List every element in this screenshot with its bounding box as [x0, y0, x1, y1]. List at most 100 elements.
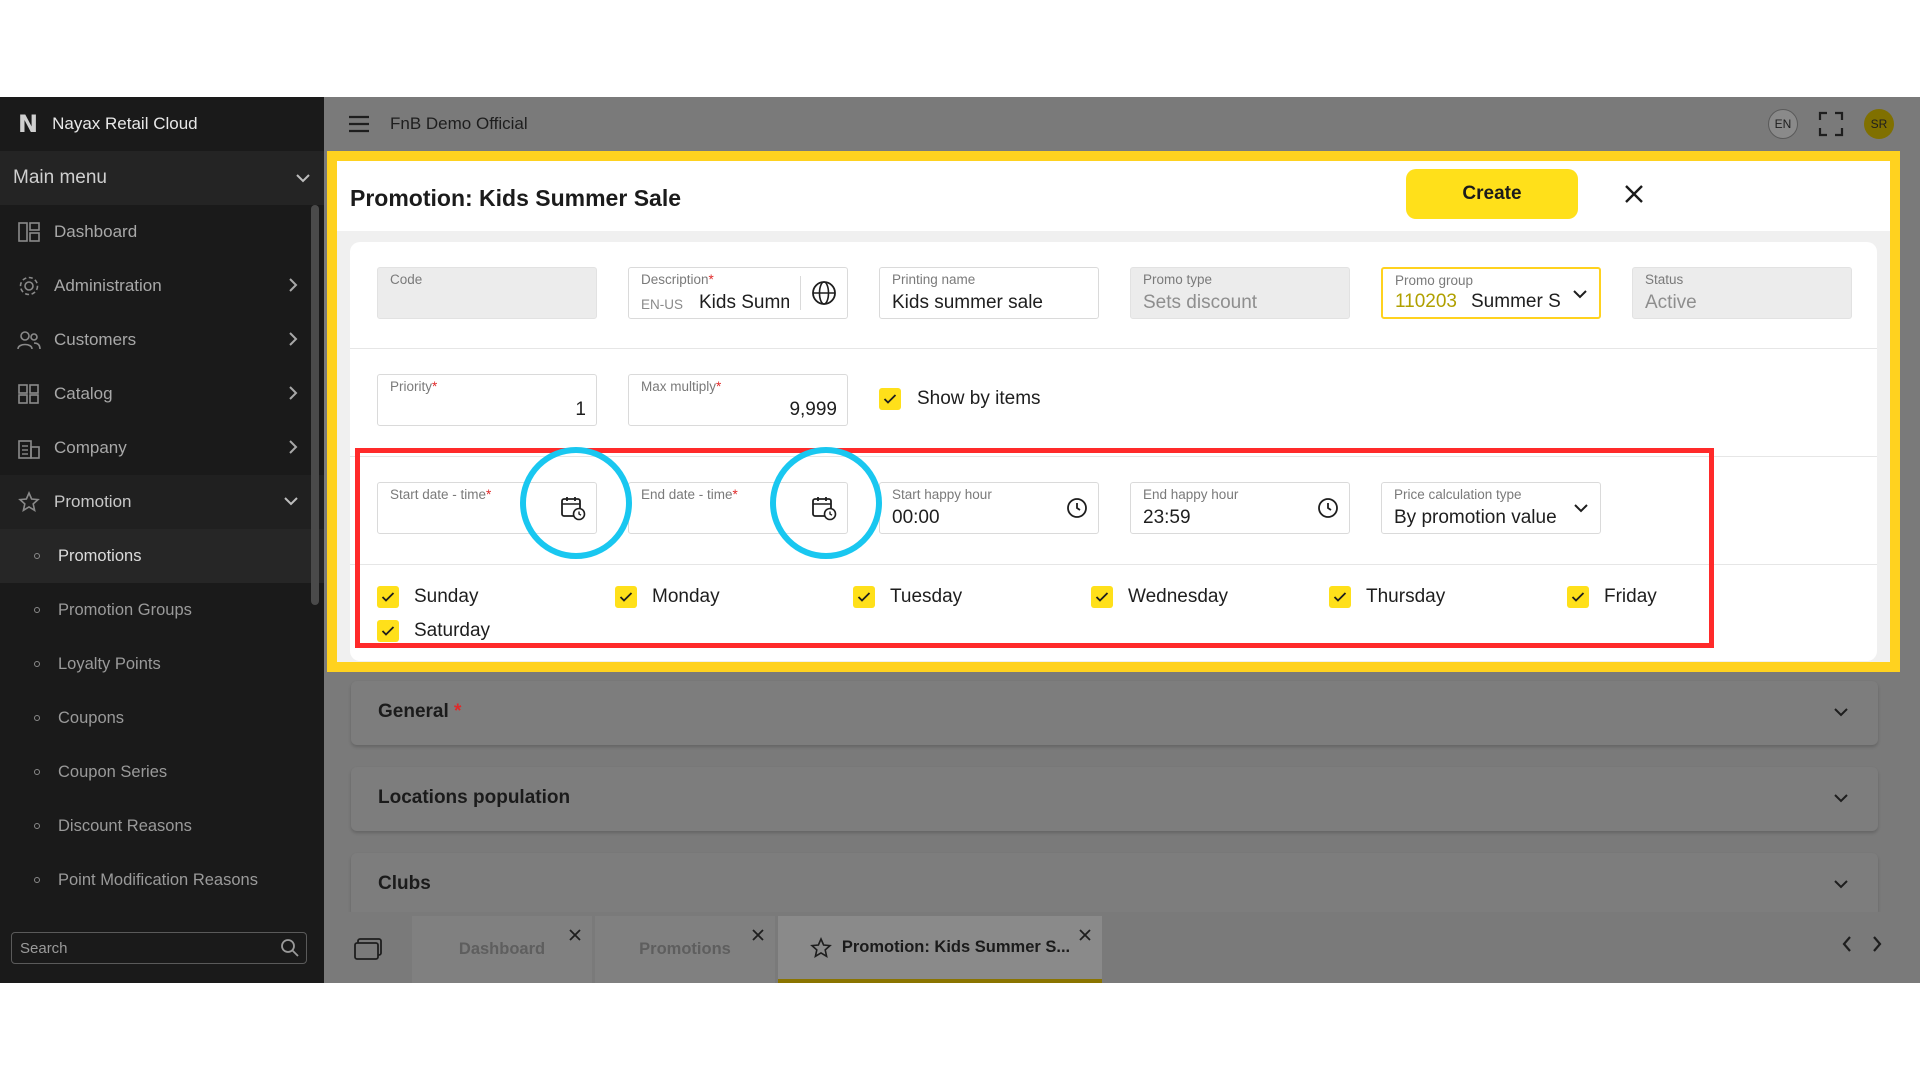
field-label: Start happy hour [892, 487, 992, 502]
close-icon[interactable] [568, 928, 582, 942]
price-calculation-type-select[interactable]: Price calculation type By promotion valu… [1381, 482, 1601, 534]
sidebar-item-administration[interactable]: Administration [0, 259, 324, 313]
brand[interactable]: N Nayax Retail Cloud [0, 97, 324, 151]
chevron-right-icon [289, 386, 298, 400]
sidebar: N Nayax Retail Cloud Main menu Dashboard… [0, 97, 324, 983]
promo-type-value: Sets discount [1143, 292, 1258, 313]
promo-group-code: 110203 [1395, 291, 1457, 312]
fullscreen-icon[interactable] [1818, 111, 1844, 137]
tab-dashboard[interactable]: Dashboard [412, 916, 592, 983]
sidebar-subitem-coupons[interactable]: Coupons [0, 691, 324, 745]
day-checkbox-tuesday[interactable] [853, 586, 875, 608]
field-label: Description* [641, 272, 714, 287]
required-marker: * [708, 272, 714, 287]
sidebar-item-promotion[interactable]: Promotion [0, 475, 324, 529]
users-icon [16, 329, 42, 351]
required-marker: * [486, 487, 492, 502]
bullet-icon [34, 823, 40, 829]
field-label-text: Description [641, 272, 709, 287]
required-marker: * [732, 487, 738, 502]
main-menu-toggle[interactable]: Main menu [0, 151, 324, 205]
end-date-time-field[interactable]: End date - time* [628, 482, 848, 534]
building-icon [16, 437, 42, 459]
printing-name-field[interactable]: Printing name Kids summer sale [879, 267, 1099, 319]
checkmark-icon [381, 592, 395, 602]
sidebar-item-customers[interactable]: Customers [0, 313, 324, 367]
code-field[interactable]: Code [377, 267, 597, 319]
sidebar-item-company[interactable]: Company [0, 421, 324, 475]
day-checkbox-thursday[interactable] [1329, 586, 1351, 608]
globe-icon[interactable] [811, 280, 837, 306]
avatar[interactable]: SR [1864, 109, 1894, 139]
sidebar-subitem-label: Promotions [58, 546, 142, 565]
max-multiply-field[interactable]: Max multiply* 9,999 [628, 374, 848, 426]
start-date-time-field[interactable]: Start date - time* [377, 482, 597, 534]
sidebar-subitem-label: Loyalty Points [58, 654, 161, 673]
checkmark-icon [619, 592, 633, 602]
checkmark-icon [857, 592, 871, 602]
show-by-items-checkbox[interactable] [879, 388, 901, 410]
day-checkbox-wednesday[interactable] [1091, 586, 1113, 608]
hamburger-menu-icon[interactable] [348, 115, 370, 133]
sidebar-subitem-promotion-groups[interactable]: Promotion Groups [0, 583, 324, 637]
promotion-form-card: Code Description* EN-US Kids Summer Sale… [350, 242, 1877, 661]
field-label: Start date - time* [390, 487, 491, 502]
close-icon[interactable] [1621, 181, 1647, 207]
day-checkbox-friday[interactable] [1567, 586, 1589, 608]
priority-field[interactable]: Priority* 1 [377, 374, 597, 426]
section-clubs[interactable]: Clubs [351, 853, 1878, 917]
field-label: Max multiply* [641, 379, 721, 394]
chevron-down-icon [1574, 504, 1588, 513]
sidebar-subitem-coupon-series[interactable]: Coupon Series [0, 745, 324, 799]
section-locations-population[interactable]: Locations population [351, 767, 1878, 831]
sidebar-item-catalog[interactable]: Catalog [0, 367, 324, 421]
sidebar-subitem-label: Point Modification Reasons [58, 870, 258, 889]
day-checkbox-sunday[interactable] [377, 586, 399, 608]
end-happy-hour-field[interactable]: End happy hour 23:59 [1130, 482, 1350, 534]
bullet-icon [34, 607, 40, 613]
field-label: Promo group [1395, 273, 1474, 288]
divider [800, 276, 801, 310]
bullet-icon [34, 877, 40, 883]
start-happy-hour-field[interactable]: Start happy hour 00:00 [879, 482, 1099, 534]
sidebar-subitem-label: Coupons [58, 708, 125, 727]
tab-promotion-kids-summer-sale[interactable]: Promotion: Kids Summer S... [778, 916, 1102, 983]
tab-promotions[interactable]: Promotions [595, 916, 775, 983]
grid-icon [16, 383, 42, 405]
search-icon [281, 939, 299, 957]
tab-bar: Dashboard Promotions Promotion: Kids Sum… [324, 912, 1920, 983]
sidebar-subitem-discount-reasons[interactable]: Discount Reasons [0, 799, 324, 853]
sidebar-subitem-loyalty-points[interactable]: Loyalty Points [0, 637, 324, 691]
section-general[interactable]: General * [351, 681, 1878, 745]
row-divider [350, 564, 1877, 565]
day-checkbox-saturday[interactable] [377, 620, 399, 642]
sidebar-item-dashboard[interactable]: Dashboard [0, 205, 324, 259]
chevron-right-icon [289, 440, 298, 454]
sidebar-scrollbar[interactable] [311, 205, 319, 605]
day-label: Friday [1604, 586, 1657, 607]
promo-group-select[interactable]: Promo group 110203 Summer S [1381, 267, 1601, 319]
calendar-clock-icon[interactable] [811, 495, 837, 521]
close-icon[interactable] [751, 928, 765, 942]
sidebar-search-input[interactable]: Search [11, 932, 307, 964]
chevron-right-icon[interactable] [1870, 934, 1884, 954]
windows-icon[interactable] [354, 938, 382, 960]
calendar-clock-icon[interactable] [560, 495, 586, 521]
bullet-icon [34, 553, 40, 559]
bullet-icon [34, 661, 40, 667]
field-label: Promo type [1143, 272, 1213, 287]
clock-icon[interactable] [1066, 497, 1088, 519]
workspace-title: FnB Demo Official [390, 114, 528, 133]
sidebar-subitem-promotions[interactable]: Promotions [0, 529, 324, 583]
sidebar-subitem-point-modification-reasons[interactable]: Point Modification Reasons [0, 853, 324, 907]
create-button[interactable]: Create [1406, 169, 1578, 219]
section-title-text: General [378, 701, 449, 722]
clock-icon[interactable] [1317, 497, 1339, 519]
required-marker: * [432, 379, 438, 394]
chevron-left-icon[interactable] [1840, 934, 1854, 954]
description-field[interactable]: Description* EN-US Kids Summer Sale [628, 267, 848, 319]
close-icon[interactable] [1078, 928, 1092, 942]
day-checkbox-monday[interactable] [615, 586, 637, 608]
sidebar-item-label: Dashboard [54, 222, 138, 241]
language-button[interactable]: EN [1768, 109, 1798, 139]
